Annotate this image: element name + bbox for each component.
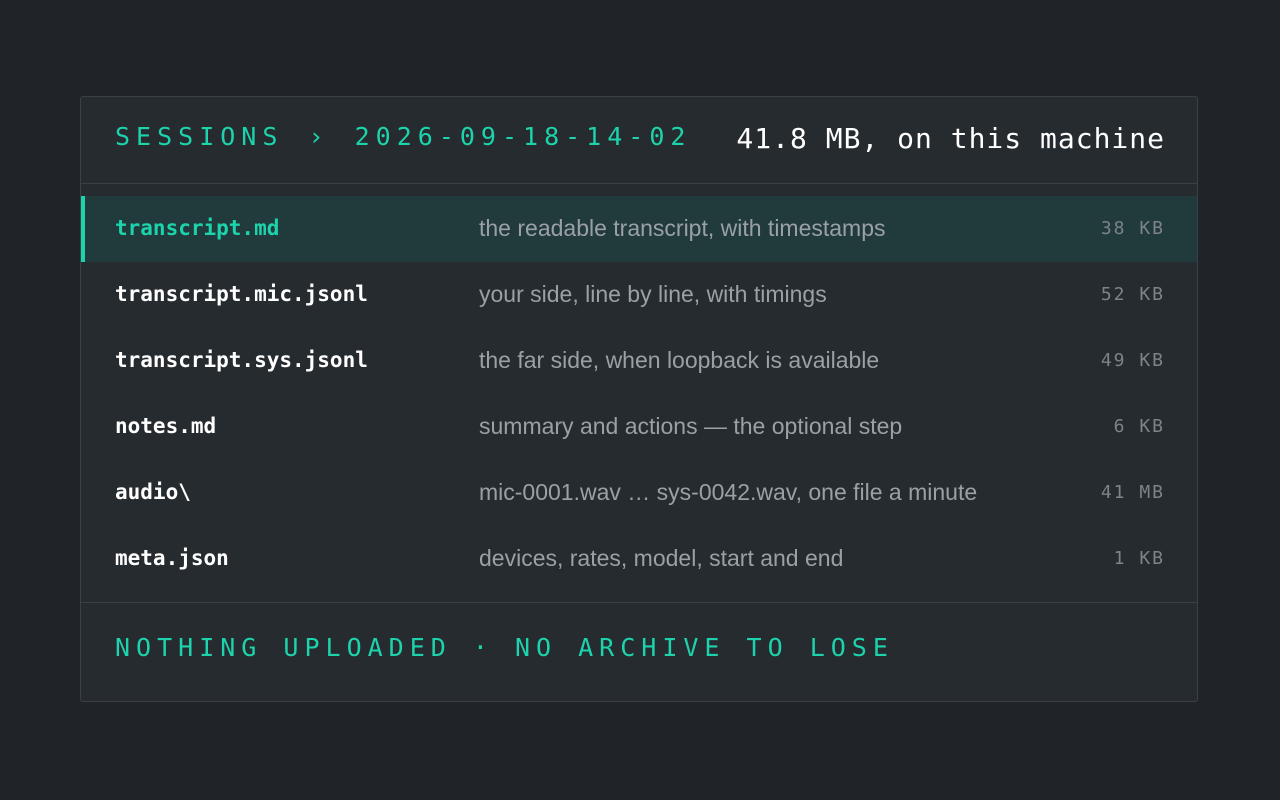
file-size: 6 KB	[1113, 416, 1165, 437]
folder-name: audio\	[115, 480, 191, 504]
breadcrumb-separator: ›	[308, 122, 330, 151]
breadcrumb-current: 2026-09-18-14-02	[354, 122, 692, 151]
session-total-size: 41.8 MB, on this machine	[736, 122, 1165, 155]
file-description: mic-0001.wav … sys-0042.wav, one file a …	[479, 479, 978, 505]
file-description: your side, line by line, with timings	[479, 281, 827, 307]
file-size: 49 KB	[1100, 350, 1165, 371]
file-row[interactable]: meta.json devices, rates, model, start a…	[81, 526, 1197, 592]
panel-footer: NOTHING UPLOADED · NO ARCHIVE TO LOSE	[81, 602, 1197, 701]
file-size: 52 KB	[1100, 284, 1165, 305]
file-size: 38 KB	[1100, 218, 1165, 239]
file-name: transcript.sys.jsonl	[115, 348, 368, 372]
file-name: transcript.mic.jsonl	[115, 282, 368, 306]
file-list: transcript.md the readable transcript, w…	[81, 196, 1197, 592]
file-description: summary and actions — the optional step	[479, 413, 903, 439]
file-description: the far side, when loopback is available	[479, 347, 880, 373]
file-description: devices, rates, model, start and end	[479, 545, 844, 571]
file-row[interactable]: transcript.sys.jsonl the far side, when …	[81, 328, 1197, 394]
panel-header: SESSIONS › 2026-09-18-14-02 41.8 MB, on …	[81, 97, 1197, 184]
folder-row[interactable]: audio\ mic-0001.wav … sys-0042.wav, one …	[81, 460, 1197, 526]
file-name: transcript.md	[115, 216, 280, 240]
breadcrumb: SESSIONS › 2026-09-18-14-02	[115, 122, 691, 151]
file-size: 41 MB	[1100, 482, 1165, 503]
privacy-status: NOTHING UPLOADED · NO ARCHIVE TO LOSE	[115, 633, 894, 662]
file-name: meta.json	[115, 546, 229, 570]
file-row[interactable]: transcript.mic.jsonl your side, line by …	[81, 262, 1197, 328]
breadcrumb-root[interactable]: SESSIONS	[115, 122, 283, 151]
session-panel: SESSIONS › 2026-09-18-14-02 41.8 MB, on …	[80, 96, 1198, 702]
file-size: 1 KB	[1113, 548, 1165, 569]
file-name: notes.md	[115, 414, 217, 438]
file-row[interactable]: notes.md summary and actions — the optio…	[81, 394, 1197, 460]
file-row[interactable]: transcript.md the readable transcript, w…	[81, 196, 1197, 262]
file-description: the readable transcript, with timestamps	[479, 215, 886, 241]
